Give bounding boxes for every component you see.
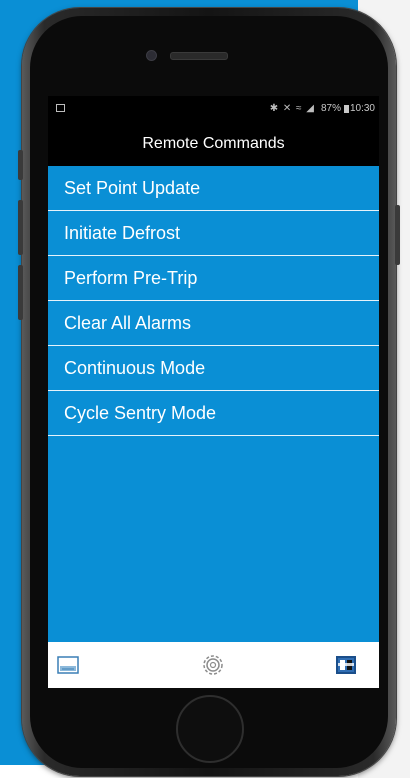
bottom-navigation bbox=[48, 642, 379, 688]
page-title: Remote Commands bbox=[142, 135, 285, 152]
battery-icon bbox=[344, 105, 349, 113]
command-cycle-sentry-mode[interactable]: Cycle Sentry Mode bbox=[48, 391, 379, 436]
phone-screen: ✱ ✕ ≈ ◢ 87% 10:30 Remote Commands Set Po… bbox=[48, 96, 379, 688]
marketing-stage: ✱ ✕ ≈ ◢ 87% 10:30 Remote Commands Set Po… bbox=[0, 0, 410, 778]
command-clear-all-alarms[interactable]: Clear All Alarms bbox=[48, 301, 379, 346]
command-initiate-defrost[interactable]: Initiate Defrost bbox=[48, 211, 379, 256]
volume-up-button bbox=[18, 200, 23, 255]
command-perform-pre-trip[interactable]: Perform Pre-Trip bbox=[48, 256, 379, 301]
battery-percent: 87% bbox=[320, 103, 341, 114]
nav-brand-button[interactable] bbox=[319, 642, 379, 688]
command-set-point-update[interactable]: Set Point Update bbox=[48, 166, 379, 211]
image-notification-icon bbox=[56, 104, 65, 112]
command-continuous-mode[interactable]: Continuous Mode bbox=[48, 346, 379, 391]
nav-dashboard-button[interactable] bbox=[48, 642, 108, 688]
settings-gear-icon bbox=[203, 655, 223, 675]
volume-down-button bbox=[18, 265, 23, 320]
nav-settings-button[interactable] bbox=[183, 642, 243, 688]
power-button bbox=[395, 205, 400, 265]
mute-switch bbox=[18, 150, 23, 180]
status-icons: ✱ ✕ ≈ ◢ bbox=[269, 103, 315, 114]
earpiece-speaker bbox=[170, 52, 228, 60]
brand-logo-icon bbox=[336, 656, 356, 674]
command-list: Set Point Update Initiate Defrost Perfor… bbox=[48, 166, 379, 642]
home-button[interactable] bbox=[176, 695, 244, 763]
status-bar: ✱ ✕ ≈ ◢ 87% 10:30 bbox=[48, 96, 379, 122]
front-camera bbox=[146, 50, 157, 61]
status-time: 10:30 bbox=[349, 103, 375, 114]
dashboard-icon bbox=[57, 656, 79, 674]
